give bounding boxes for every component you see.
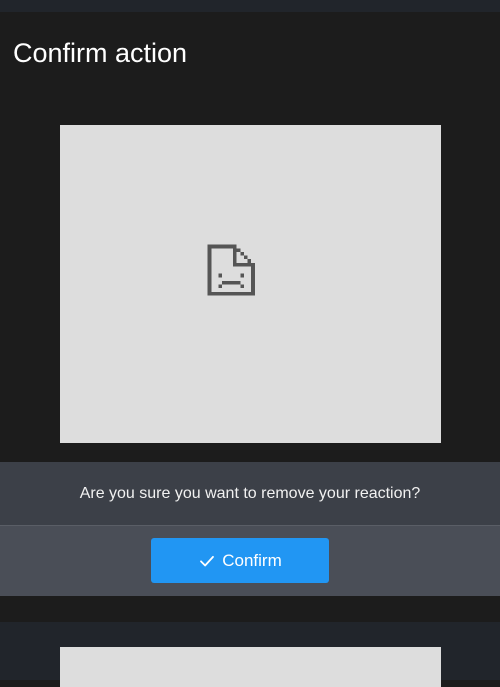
- top-strip: [0, 0, 500, 12]
- confirm-button[interactable]: Confirm: [151, 538, 329, 583]
- broken-image-icon: [207, 244, 255, 296]
- check-icon: [200, 555, 215, 566]
- image-placeholder: [60, 125, 441, 443]
- confirmation-message-bar: Are you sure you want to remove your rea…: [0, 462, 500, 525]
- next-image-placeholder: [60, 647, 441, 687]
- next-card: [0, 622, 500, 687]
- confirmation-message: Are you sure you want to remove your rea…: [79, 484, 421, 502]
- confirm-button-label: Confirm: [222, 550, 282, 570]
- page-title: Confirm action: [13, 38, 188, 68]
- action-bar: Confirm: [0, 525, 500, 596]
